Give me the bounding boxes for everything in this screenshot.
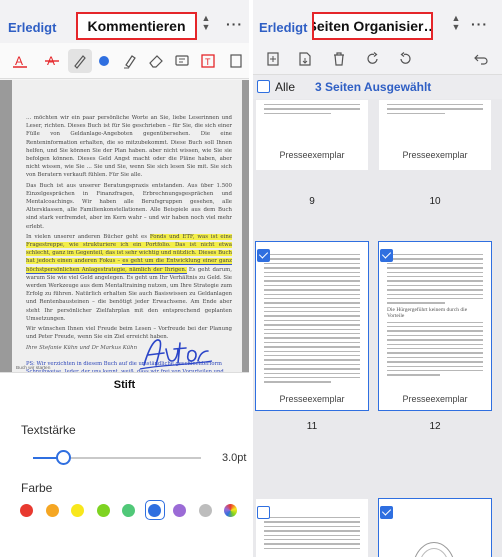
mode-title-label: Seiten Organisier… [312,18,433,34]
select-all-label[interactable]: Alle [275,80,295,94]
thickness-slider-knob[interactable] [56,450,71,465]
panel-title: Stift [113,379,136,391]
page-select-checkbox[interactable] [257,249,270,262]
color-label: Farbe [21,481,53,495]
color-swatch[interactable] [199,504,212,517]
paragraph: Das Buch ist aus unserer Beratungspraxis… [26,182,232,230]
delete-icon[interactable] [327,47,351,71]
page-thumbnail-11[interactable]: Presseexemplar [255,241,369,411]
page-number: 11 [306,421,318,432]
undo-icon[interactable] [469,47,493,71]
textbox-icon[interactable]: T [196,49,220,73]
more-tools-icon[interactable] [224,49,248,73]
custom-color-icon[interactable] [224,504,237,517]
pen-settings-panel: Stift Textstärke 3.0pt Farbe [0,372,249,557]
mode-title[interactable]: Kommentieren [76,12,197,40]
thickness-value: 3.0pt [222,452,247,464]
highlighter-icon[interactable] [118,49,142,73]
svg-text:T: T [205,57,211,67]
mode-title-label: Kommentieren [87,18,186,34]
paragraph-text: Es geht darum, warum Sie wie viel Geld a… [26,266,232,314]
page-subheading: Die Hürgergeführt keinem durch die Vorte… [387,306,468,319]
done-button[interactable]: Erledigt [259,20,307,35]
paragraph-text: Ihr persönlicher Zielfahrplan mit den en… [26,307,233,322]
add-page-icon[interactable] [261,47,285,71]
selected-count-number: 3 [315,80,322,94]
more-icon[interactable]: ··· [471,16,488,32]
handwritten-ink-annotation[interactable] [138,335,218,372]
page-select-checkbox[interactable] [257,506,270,519]
page-thumbnail-12[interactable]: Die Hürgergeführt keinem durch die Vorte… [378,241,492,411]
color-dot-icon[interactable] [92,49,116,73]
text-strike-icon[interactable]: A [8,49,32,73]
page-footer-text: Presseexemplar [279,394,345,404]
document-view[interactable]: … möchten wir ein paar persönliche Worte… [0,80,249,372]
select-all-checkbox[interactable] [257,80,270,93]
text-strike-red-icon[interactable]: A [40,49,64,73]
page-toolbar [253,43,502,75]
mode-switch-chevron-icon[interactable]: ▲ ▼ [451,14,461,32]
page-thumbnail[interactable] [378,498,492,557]
rotate-right-icon[interactable] [361,47,385,71]
page-footer-note: Buch wir starten [16,366,51,371]
page-thumbnail-10[interactable]: Presseexemplar [379,100,491,170]
thickness-slider[interactable] [33,450,201,465]
page-number: 12 [429,421,441,432]
page-thumbnail[interactable] [256,499,368,557]
document-page[interactable]: … möchten wir ein paar persönliche Worte… [12,80,242,372]
color-swatch[interactable] [173,504,186,517]
color-swatch[interactable] [71,504,84,517]
page-footer-text: Presseexemplar [402,394,468,404]
done-button[interactable]: Erledigt [8,20,56,35]
page-thumbnail-9[interactable]: Presseexemplar [256,100,368,170]
more-icon[interactable]: ··· [226,16,243,32]
page-illustration [414,542,454,557]
page-number: 10 [429,196,441,207]
color-swatch[interactable] [20,504,33,517]
color-swatch[interactable] [46,504,59,517]
color-swatch[interactable] [97,504,110,517]
selected-count: 3 Seiten Ausgewählt [315,80,431,94]
insert-file-icon[interactable] [293,47,317,71]
mode-switch-chevron-icon[interactable]: ▲ ▼ [201,14,211,32]
selected-count-suffix: Seiten Ausgewählt [325,80,432,94]
paragraph: … möchten wir ein paar persönliche Worte… [26,115,232,179]
organize-pages-screen: Erledigt Seiten Organisier… ▲ ▼ ··· Alle … [253,0,502,557]
comment-icon[interactable] [170,49,194,73]
left-topbar: Erledigt Kommentieren ▲ ▼ ··· [0,0,249,43]
annotate-screen: Erledigt Kommentieren ▲ ▼ ··· A A T … mö… [0,0,249,557]
page-number: 9 [309,196,315,207]
mode-title[interactable]: Seiten Organisier… [312,12,433,40]
color-swatches [20,500,242,522]
rotate-left-icon[interactable] [393,47,417,71]
color-swatch[interactable] [122,504,135,517]
eraser-icon[interactable] [144,49,168,73]
svg-text:A: A [15,54,23,68]
page-select-checkbox[interactable] [380,506,393,519]
page-footer-text: Presseexemplar [402,150,468,160]
thickness-label: Textstärke [21,423,76,437]
right-topbar: Erledigt Seiten Organisier… ▲ ▼ ··· [253,0,502,43]
page-footer-text: Presseexemplar [279,150,345,160]
color-swatch[interactable] [148,504,161,517]
pen-icon[interactable] [68,49,92,73]
annotation-toolbar: A A T [0,43,249,79]
paragraph-text: In vielen unserer anderen Bücher geht es [26,233,150,240]
paragraph-highlighted: In vielen unserer anderen Bücher geht es… [26,233,233,323]
page-select-checkbox[interactable] [380,249,393,262]
